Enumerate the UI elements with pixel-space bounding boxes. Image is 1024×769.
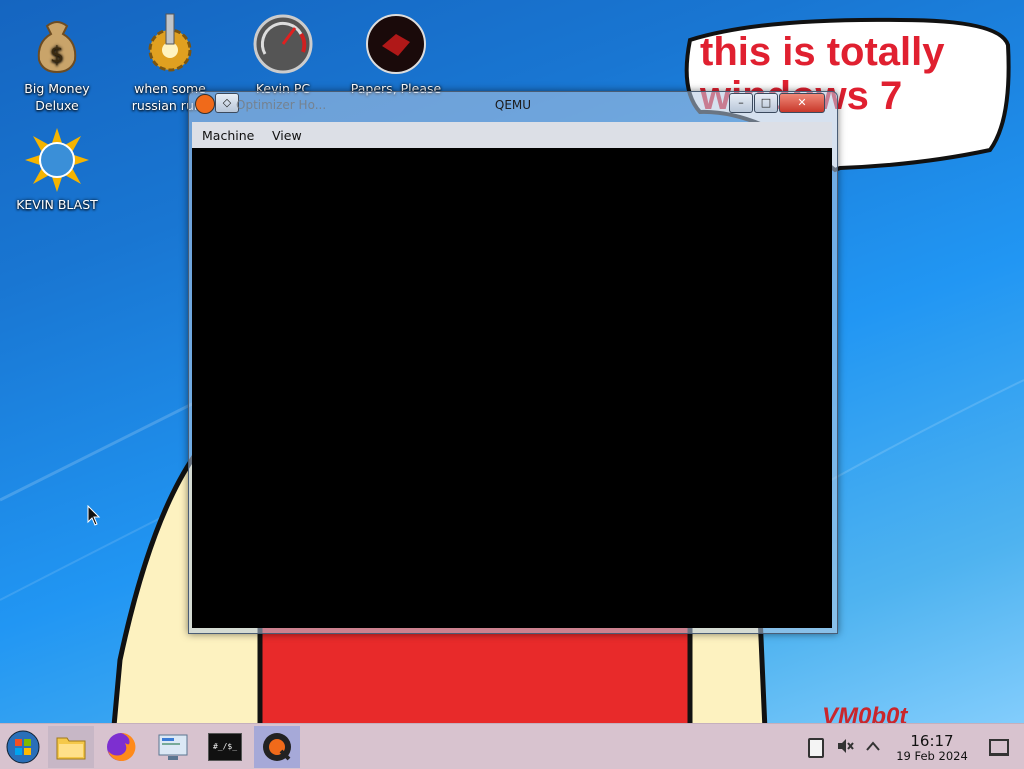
taskbar-file-manager[interactable]: [48, 726, 94, 768]
window-titlebar[interactable]: ◇ Optimizer Ho... QEMU – □ ✕: [189, 92, 837, 120]
vm-display[interactable]: [192, 148, 832, 628]
gear-icon: [138, 12, 202, 76]
menu-bar: Machine View: [192, 122, 832, 148]
qemu-window: ◇ Optimizer Ho... QEMU – □ ✕ Machine Vie…: [188, 91, 838, 634]
system-monitor-icon: [158, 734, 188, 760]
minimize-button[interactable]: –: [729, 93, 753, 113]
clock-time: 16:17: [910, 732, 954, 750]
show-desktop-button[interactable]: [989, 739, 1009, 756]
speaker-muted-icon[interactable]: [836, 737, 854, 755]
firefox-icon: [107, 732, 136, 761]
desktop-icon-kevin-pc[interactable]: Kevin PC: [228, 12, 338, 97]
taskbar-system-monitor[interactable]: [150, 726, 196, 768]
taskbar-terminal[interactable]: #_/$_: [202, 726, 248, 768]
desktop-icon-papers-please[interactable]: Papers, Please: [341, 12, 451, 97]
speedometer-icon: [251, 12, 315, 76]
papers-please-icon: [364, 12, 428, 76]
taskbar: #_/$_ 16:17 19 Feb 2024: [0, 723, 1024, 769]
clipboard-icon[interactable]: [808, 738, 824, 758]
taskbar-qemu[interactable]: [254, 726, 300, 768]
icon-label: Big Money Deluxe: [24, 81, 90, 113]
icon-label: KEVIN BLAST: [16, 197, 98, 212]
maximize-button[interactable]: □: [754, 93, 778, 113]
qemu-icon: [263, 733, 291, 761]
taskbar-clock[interactable]: 16:17 19 Feb 2024: [888, 733, 976, 763]
menu-view[interactable]: View: [272, 128, 302, 143]
blast-globe-icon: [25, 128, 89, 192]
desktop-icon-big-money-deluxe[interactable]: $ Big Money Deluxe: [2, 12, 112, 114]
mouse-cursor-icon: [87, 505, 101, 526]
terminal-icon: #_/$_: [208, 733, 242, 761]
desktop-icon-kevin-blast[interactable]: KEVIN BLAST: [2, 128, 112, 213]
chevron-up-icon[interactable]: [866, 740, 880, 752]
close-button[interactable]: ✕: [779, 93, 825, 113]
clock-date: 19 Feb 2024: [896, 749, 968, 763]
taskbar-firefox[interactable]: [98, 726, 144, 768]
money-bag-icon: $: [25, 12, 89, 76]
svg-text:$: $: [50, 43, 64, 68]
start-orb-icon: [6, 730, 40, 764]
menu-machine[interactable]: Machine: [202, 128, 254, 143]
file-manager-icon: [56, 737, 86, 760]
start-button[interactable]: [0, 726, 46, 768]
